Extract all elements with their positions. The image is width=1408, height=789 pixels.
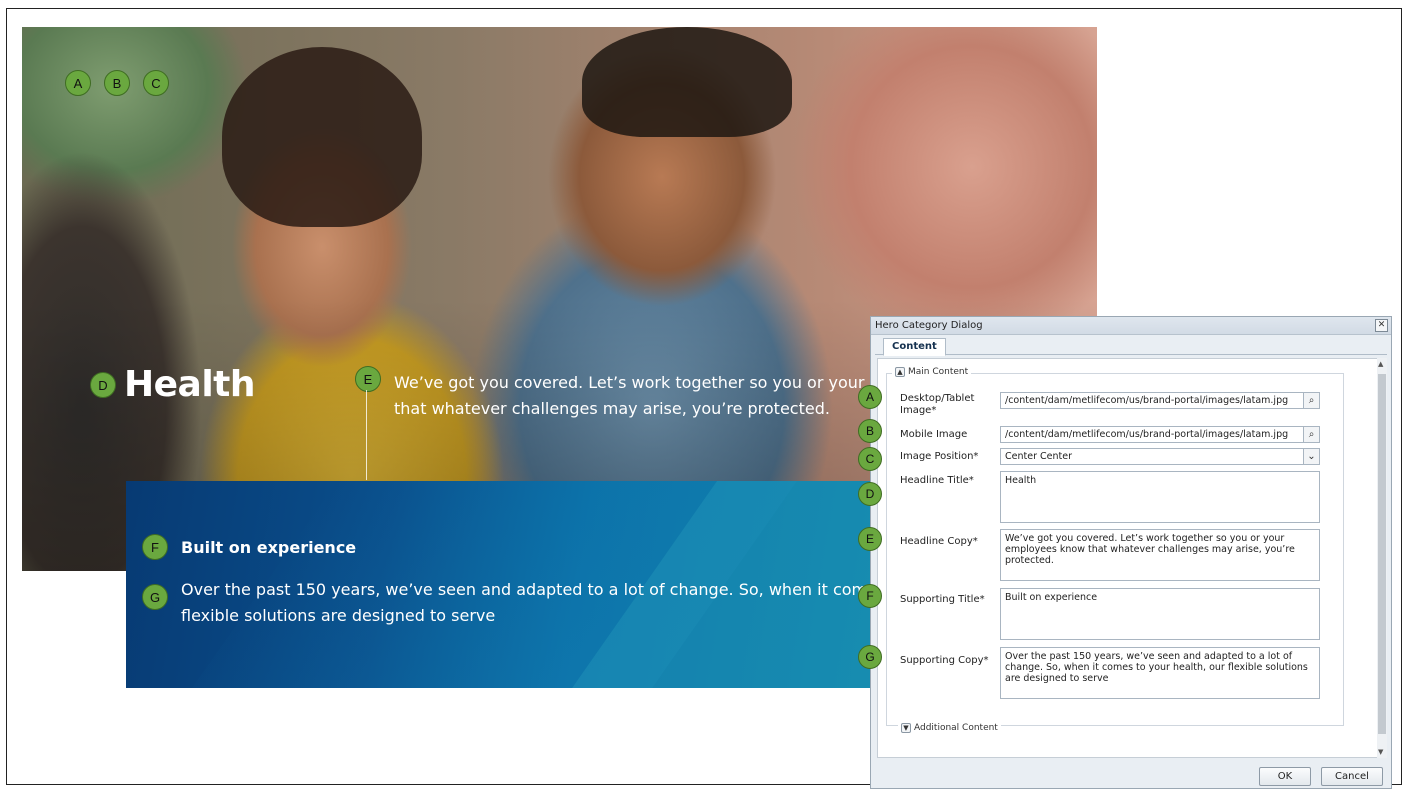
mobile-image-field[interactable]: /content/dam/metlifecom/us/brand-portal/… [1000, 426, 1320, 443]
hero-copy-line: We’ve got you covered. Let’s work togeth… [394, 373, 874, 392]
headline-title-field[interactable]: Health [1000, 471, 1320, 523]
additional-content-legend[interactable]: ▼ Additional Content [898, 723, 1001, 733]
marker-e: E [858, 527, 882, 551]
mobile-image-label: Mobile Image [900, 429, 968, 440]
collapse-icon[interactable]: ▲ [895, 367, 905, 377]
cancel-button[interactable]: Cancel [1321, 767, 1383, 786]
marker-a: A [858, 385, 882, 409]
supporting-copy-line: flexible solutions are designed to serve [181, 606, 496, 625]
supporting-title-label: Supporting Title* [900, 594, 985, 605]
image-position-label: Image Position* [900, 451, 979, 462]
supporting-copy: Over the past 150 years, we’ve seen and … [181, 577, 871, 629]
headline-title-label: Headline Title* [900, 475, 974, 486]
marker-b: B [104, 70, 130, 96]
marker-b: B [858, 419, 882, 443]
desktop-image-label: Desktop/Tablet Image* [900, 393, 975, 416]
dialog-titlebar: Hero Category Dialog ✕ [871, 317, 1391, 335]
marker-c: C [858, 447, 882, 471]
hero-copy-line: that whatever challenges may arise, you’… [394, 399, 830, 418]
scrollbar-thumb[interactable] [1378, 374, 1386, 734]
dialog-body: ▲ Main Content Desktop/Tablet Image* /co… [877, 358, 1380, 758]
supporting-title-field[interactable]: Built on experience [1000, 588, 1320, 640]
desktop-image-field[interactable]: /content/dam/metlifecom/us/brand-portal/… [1000, 392, 1320, 409]
marker-c: C [143, 70, 169, 96]
scroll-up-icon[interactable]: ▲ [1378, 360, 1383, 368]
additional-content-label: Additional Content [914, 723, 998, 733]
marker-e: E [355, 366, 381, 392]
marker-f: F [142, 534, 168, 560]
connector-line [366, 390, 367, 480]
search-icon[interactable]: ⌕ [1303, 393, 1319, 408]
marker-g: G [858, 645, 882, 669]
supporting-title: Built on experience [181, 538, 357, 557]
dialog-scrollbar[interactable]: ▲ ▼ [1377, 358, 1387, 758]
dialog-tabbar: Content [875, 335, 1387, 356]
search-icon[interactable]: ⌕ [1303, 427, 1319, 442]
main-content-legend[interactable]: ▲ Main Content [892, 367, 972, 377]
supporting-copy-line: Over the past 150 years, we’ve seen and … [181, 580, 871, 599]
image-position-select[interactable]: Center Center ⌄ [1000, 448, 1320, 465]
marker-d: D [90, 372, 116, 398]
expand-icon[interactable]: ▼ [901, 723, 911, 733]
scroll-down-icon[interactable]: ▼ [1378, 748, 1383, 756]
headline-copy-label: Headline Copy* [900, 536, 978, 547]
headline-copy-field[interactable]: We’ve got you covered. Let’s work togeth… [1000, 529, 1320, 581]
supporting-copy-field[interactable]: Over the past 150 years, we’ve seen and … [1000, 647, 1320, 699]
marker-a: A [65, 70, 91, 96]
supporting-panel: F Built on experience G Over the past 15… [126, 481, 872, 688]
tab-content[interactable]: Content [883, 338, 946, 356]
supporting-copy-label: Supporting Copy* [900, 655, 989, 666]
hero-headline-copy: We’ve got you covered. Let’s work togeth… [394, 370, 874, 426]
marker-f: F [858, 584, 882, 608]
dialog-title: Hero Category Dialog [875, 320, 983, 331]
hero-category-dialog: Hero Category Dialog ✕ Content ▲ Main Co… [870, 316, 1392, 789]
marker-g: G [142, 584, 168, 610]
close-icon[interactable]: ✕ [1375, 319, 1388, 332]
hero-headline-title: Health [124, 364, 256, 405]
section-label: Main Content [908, 367, 969, 377]
chevron-down-icon[interactable]: ⌄ [1303, 449, 1319, 464]
marker-d: D [858, 482, 882, 506]
ok-button[interactable]: OK [1259, 767, 1311, 786]
